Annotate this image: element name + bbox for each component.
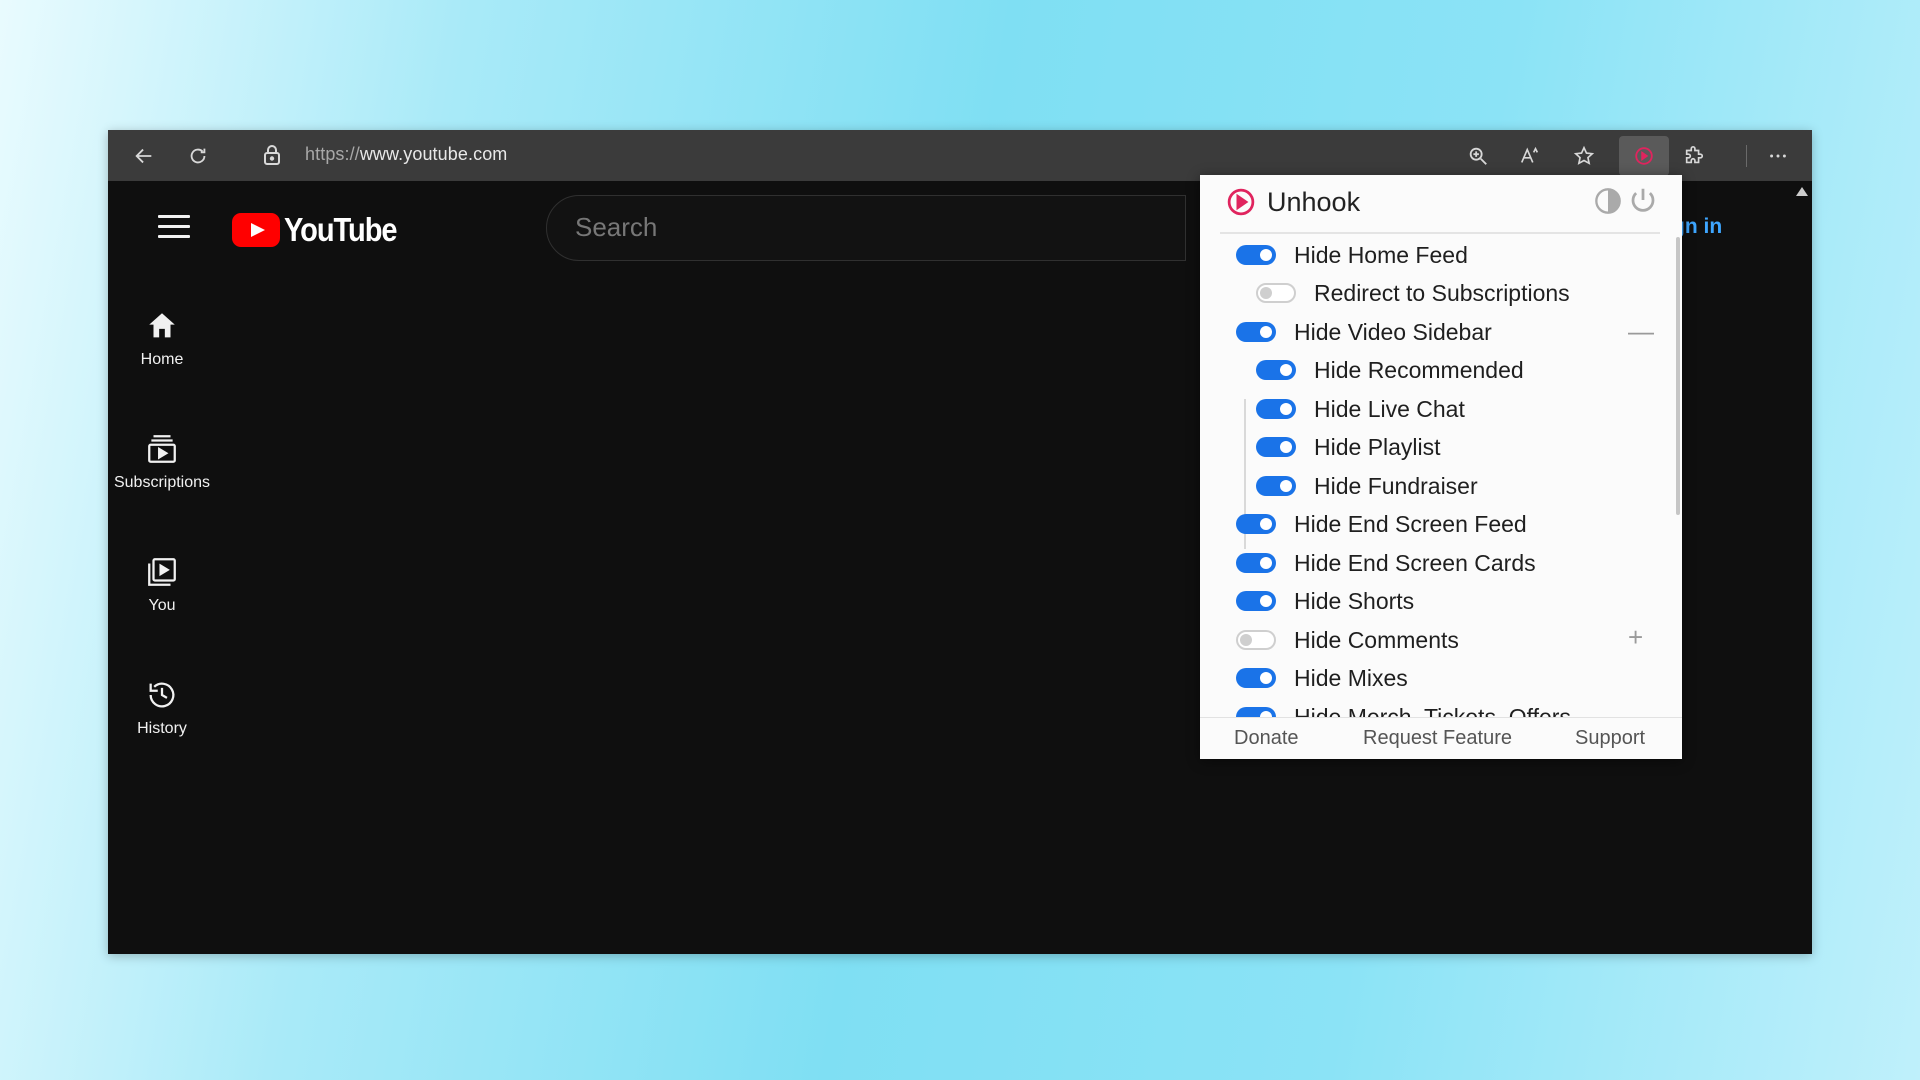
option-label: Hide Home Feed	[1294, 241, 1468, 268]
unhook-popup: Unhook Hide Home Feed Redirect to Subscr…	[1200, 175, 1682, 759]
popup-footer: Donate Request Feature Support	[1200, 717, 1682, 759]
toggle-switch[interactable]	[1256, 399, 1296, 419]
option-hide-comments[interactable]: Hide Comments	[1236, 621, 1459, 659]
refresh-icon[interactable]	[180, 138, 216, 174]
option-label: Hide Fundraiser	[1314, 472, 1478, 499]
lock-icon[interactable]	[260, 143, 284, 167]
option-hide-recommended[interactable]: Hide Recommended	[1256, 351, 1524, 389]
collapse-icon[interactable]: —	[1628, 318, 1654, 344]
option-hide-video-sidebar[interactable]: Hide Video Sidebar	[1236, 313, 1492, 351]
toggle-switch[interactable]	[1236, 668, 1276, 688]
unhook-logo-icon	[1227, 188, 1255, 216]
youtube-logo[interactable]: YouTube	[232, 211, 412, 249]
toggle-switch[interactable]	[1256, 360, 1296, 380]
option-label: Hide Shorts	[1294, 587, 1415, 614]
option-hide-fundraiser[interactable]: Hide Fundraiser	[1256, 467, 1478, 505]
popup-scrollbar[interactable]	[1676, 237, 1680, 515]
toggle-switch[interactable]	[1236, 630, 1276, 650]
toggle-switch[interactable]	[1236, 514, 1276, 534]
sidebar-item-label: You	[148, 597, 176, 614]
option-hide-shorts[interactable]: Hide Shorts	[1236, 582, 1414, 620]
option-label: Hide Playlist	[1314, 433, 1441, 460]
options-list[interactable]: Hide Home Feed Redirect to Subscriptions…	[1200, 233, 1682, 717]
option-label: Hide Recommended	[1314, 356, 1524, 383]
url-scheme: https://	[305, 144, 360, 164]
hamburger-menu-icon[interactable]	[158, 215, 190, 239]
search-input[interactable]	[575, 212, 1135, 243]
sidebar-item-home[interactable]: Home	[112, 309, 212, 369]
url-host: www.youtube.com	[359, 144, 508, 164]
option-label: Hide End Screen Cards	[1294, 549, 1536, 576]
search-box[interactable]	[546, 195, 1186, 261]
puzzle-icon[interactable]	[1676, 138, 1712, 174]
option-hide-end-screen-cards[interactable]: Hide End Screen Cards	[1236, 544, 1536, 582]
option-label: Hide Video Sidebar	[1294, 318, 1492, 345]
option-hide-mixes[interactable]: Hide Mixes	[1236, 659, 1408, 697]
browser-toolbar: https://www.youtube.com	[108, 130, 1812, 181]
home-icon	[149, 313, 175, 338]
expand-icon[interactable]: +	[1628, 624, 1643, 650]
toggle-switch[interactable]	[1236, 707, 1276, 717]
option-hide-end-screen-feed[interactable]: Hide End Screen Feed	[1236, 505, 1527, 543]
option-label: Redirect to Subscriptions	[1314, 279, 1570, 306]
sidebar-item-label: Subscriptions	[113, 474, 211, 491]
request-feature-link[interactable]: Request Feature	[1363, 727, 1512, 750]
youtube-wordmark: YouTube	[284, 211, 398, 248]
star-icon[interactable]	[1566, 138, 1602, 174]
history-icon	[149, 682, 175, 708]
toggle-switch[interactable]	[1256, 437, 1296, 457]
power-icon[interactable]	[1628, 185, 1658, 215]
theme-contrast-icon[interactable]	[1594, 187, 1622, 215]
option-label: Hide Merch, Tickets, Offers	[1294, 703, 1571, 718]
option-redirect-to-subscriptions[interactable]: Redirect to Subscriptions	[1256, 274, 1570, 312]
toggle-switch[interactable]	[1256, 283, 1296, 303]
toggle-switch[interactable]	[1236, 591, 1276, 611]
unhook-extension-icon[interactable]	[1619, 136, 1669, 176]
back-arrow-icon[interactable]	[126, 138, 162, 174]
toggle-switch[interactable]	[1236, 322, 1276, 342]
option-label: Hide Live Chat	[1314, 395, 1465, 422]
sidebar-item-subscriptions[interactable]: Subscriptions	[112, 432, 212, 492]
read-aloud-icon[interactable]	[1512, 138, 1548, 174]
you-icon	[148, 558, 176, 586]
toggle-switch[interactable]	[1236, 245, 1276, 265]
sidebar-item-label: History	[137, 720, 187, 737]
option-hide-home-feed[interactable]: Hide Home Feed	[1236, 236, 1468, 274]
support-link[interactable]: Support	[1575, 727, 1645, 750]
sidebar-item-you[interactable]: You	[112, 555, 212, 615]
toggle-switch[interactable]	[1236, 553, 1276, 573]
option-hide-merch-tickets-offers[interactable]: Hide Merch, Tickets, Offers	[1236, 698, 1571, 717]
youtube-play-icon	[232, 213, 280, 247]
option-label: Hide End Screen Feed	[1294, 510, 1527, 537]
address-bar[interactable]: https://www.youtube.com	[305, 144, 507, 165]
donate-link[interactable]: Donate	[1234, 727, 1299, 750]
sidebar-item-history[interactable]: History	[112, 678, 212, 738]
toggle-switch[interactable]	[1256, 476, 1296, 496]
option-label: Hide Mixes	[1294, 664, 1408, 691]
toolbar-separator	[1746, 145, 1747, 167]
more-icon[interactable]	[1760, 138, 1796, 174]
subscriptions-icon	[148, 435, 176, 463]
sidebar-item-label: Home	[140, 351, 184, 368]
popup-title: Unhook	[1267, 187, 1361, 217]
option-label: Hide Comments	[1294, 626, 1459, 653]
popup-header: Unhook	[1200, 175, 1682, 235]
option-hide-live-chat[interactable]: Hide Live Chat	[1256, 390, 1465, 428]
option-hide-playlist[interactable]: Hide Playlist	[1256, 428, 1441, 466]
zoom-icon[interactable]	[1460, 138, 1496, 174]
scroll-up-arrow-icon[interactable]	[1796, 187, 1808, 196]
